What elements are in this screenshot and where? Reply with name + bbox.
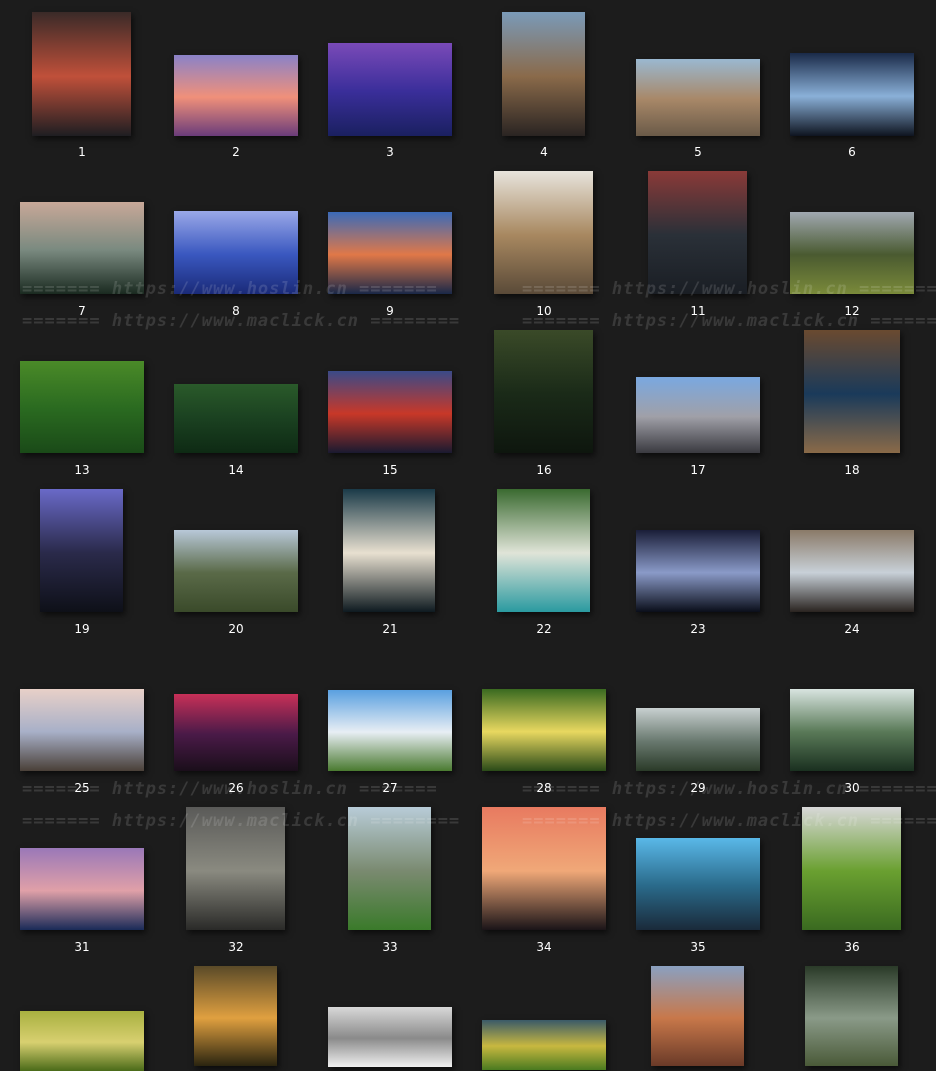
thumbnail-image[interactable] — [328, 43, 452, 136]
thumbnail-image[interactable] — [32, 12, 131, 136]
thumbnail-image[interactable] — [636, 838, 760, 930]
thumbnail-label: 14 — [228, 463, 244, 477]
thumbnail-image[interactable] — [186, 807, 285, 930]
thumbnail-label: 7 — [78, 304, 86, 318]
thumbnail-image[interactable] — [804, 330, 900, 453]
thumbnail-label: 15 — [382, 463, 398, 477]
thumbnail-image[interactable] — [494, 330, 593, 453]
thumbnail-image[interactable] — [651, 966, 744, 1066]
thumbnail-label: 33 — [382, 940, 398, 954]
thumbnail-label: 31 — [74, 940, 90, 954]
thumbnail-image[interactable] — [328, 371, 452, 453]
thumbnail-image[interactable] — [790, 530, 914, 612]
thumbnail-image[interactable] — [790, 53, 914, 136]
thumbnail-label: 24 — [844, 622, 860, 636]
thumbnail-label: 10 — [536, 304, 552, 318]
thumbnail-label: 9 — [386, 304, 394, 318]
thumbnail-label: 36 — [844, 940, 860, 954]
thumbnail-image[interactable] — [174, 694, 298, 771]
thumbnail-label: 17 — [690, 463, 706, 477]
thumbnail-image[interactable] — [20, 361, 144, 453]
thumbnail-label: 13 — [74, 463, 90, 477]
thumbnail-image[interactable] — [636, 377, 760, 453]
thumbnail-image[interactable] — [174, 211, 298, 294]
thumbnail-image[interactable] — [482, 689, 606, 771]
thumbnail-label: 5 — [694, 145, 702, 159]
thumbnail-image[interactable] — [636, 708, 760, 771]
thumbnail-label: 1 — [78, 145, 86, 159]
thumbnail-image[interactable] — [805, 966, 898, 1066]
thumbnail-image[interactable] — [348, 807, 431, 930]
thumbnail-label: 25 — [74, 781, 90, 795]
thumbnail-image[interactable] — [497, 489, 590, 612]
thumbnail-image[interactable] — [636, 59, 760, 136]
thumbnail-image[interactable] — [790, 689, 914, 771]
thumbnail-image[interactable] — [328, 1007, 452, 1067]
thumbnail-image[interactable] — [328, 212, 452, 294]
thumbnail-label: 34 — [536, 940, 552, 954]
thumbnail-label: 12 — [844, 304, 860, 318]
thumbnail-label: 16 — [536, 463, 552, 477]
thumbnail-image[interactable] — [648, 171, 747, 294]
thumbnail-label: 30 — [844, 781, 860, 795]
thumbnail-image[interactable] — [174, 530, 298, 612]
thumbnail-image[interactable] — [20, 202, 144, 294]
thumbnail-image[interactable] — [802, 807, 901, 930]
thumbnail-image[interactable] — [20, 689, 144, 771]
thumbnail-label: 11 — [690, 304, 706, 318]
thumbnail-label: 22 — [536, 622, 552, 636]
thumbnail-image[interactable] — [40, 489, 123, 612]
thumbnail-label: 4 — [540, 145, 548, 159]
thumbnail-image[interactable] — [20, 1011, 144, 1071]
thumbnail-label: 3 — [386, 145, 394, 159]
thumbnail-label: 21 — [382, 622, 398, 636]
thumbnail-label: 27 — [382, 781, 398, 795]
thumbnail-grid: 1 2 3 4 5 6 7 8 9 10 11 12 13 14 15 16 17 18 19 20 21 22 23 24 2… — [0, 0, 936, 1071]
thumbnail-image[interactable] — [328, 690, 452, 771]
thumbnail-image[interactable] — [174, 55, 298, 136]
thumbnail-image[interactable] — [343, 489, 435, 612]
thumbnail-label: 8 — [232, 304, 240, 318]
thumbnail-label: 20 — [228, 622, 244, 636]
thumbnail-image[interactable] — [502, 12, 585, 136]
thumbnail-image[interactable] — [482, 1020, 606, 1070]
thumbnail-label: 35 — [690, 940, 706, 954]
thumbnail-image[interactable] — [494, 171, 593, 294]
thumbnail-label: 29 — [690, 781, 706, 795]
thumbnail-label: 26 — [228, 781, 244, 795]
thumbnail-label: 6 — [848, 145, 856, 159]
thumbnail-image[interactable] — [636, 530, 760, 612]
thumbnail-label: 32 — [228, 940, 244, 954]
thumbnail-image[interactable] — [790, 212, 914, 294]
thumbnail-image[interactable] — [482, 807, 606, 930]
thumbnail-label: 28 — [536, 781, 552, 795]
thumbnail-image[interactable] — [20, 848, 144, 930]
thumbnail-label: 23 — [690, 622, 706, 636]
thumbnail-label: 19 — [74, 622, 90, 636]
thumbnail-label: 18 — [844, 463, 860, 477]
thumbnail-image[interactable] — [174, 384, 298, 453]
thumbnail-image[interactable] — [194, 966, 277, 1066]
thumbnail-label: 2 — [232, 145, 240, 159]
